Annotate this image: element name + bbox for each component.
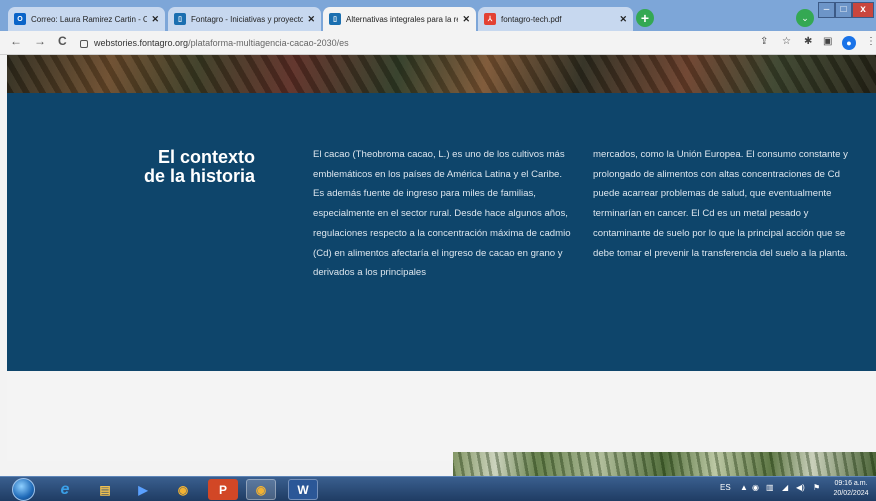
start-button[interactable] — [12, 478, 35, 501]
explorer-icon[interactable]: ▤ — [90, 479, 120, 500]
language-indicator[interactable]: ES — [720, 483, 731, 492]
new-tab-button[interactable]: + — [636, 9, 654, 27]
tray-app-icon[interactable]: ◉ — [752, 483, 759, 492]
url-host: webstories.fontagro.org — [94, 38, 189, 48]
tab-title: Correo: Laura Ramirez Cartin - O — [31, 14, 148, 24]
lock-icon[interactable] — [80, 39, 88, 48]
side-panel-icon[interactable]: ▣ — [823, 36, 832, 47]
clock-time: 09:16 a.m. — [834, 480, 868, 487]
forward-icon[interactable]: → — [34, 34, 46, 48]
body-text-column-2: mercados, como la Unión Europea. El cons… — [593, 149, 848, 259]
hero-image — [7, 55, 876, 93]
tab-outlook[interactable]: O Correo: Laura Ramirez Cartin - O ✕ — [8, 7, 165, 31]
network-icon[interactable]: ▥ — [766, 483, 774, 492]
tab-strip: O Correo: Laura Ramirez Cartin - O ✕ ▯ F… — [0, 0, 876, 31]
tab-search-icon[interactable]: ⌄ — [796, 9, 814, 27]
pdf-icon: ⅄ — [484, 13, 496, 25]
url-path: /plataforma-multiagencia-cacao-2030/es — [188, 38, 349, 48]
chrome-icon[interactable]: ◉ — [168, 479, 198, 500]
tray-arrow-icon[interactable]: ▲ — [740, 483, 748, 492]
volume-icon[interactable]: ◀) — [796, 483, 805, 492]
share-icon[interactable]: ⇪ — [760, 36, 768, 47]
maximize-button[interactable]: □ — [835, 2, 852, 18]
tab-title: Alternativas integrales para la re — [346, 14, 459, 24]
heading-line-2: de la historia — [143, 166, 255, 186]
webstories-icon: ▯ — [174, 13, 186, 25]
ie-icon[interactable]: e — [50, 479, 80, 500]
tab-close-icon[interactable]: ✕ — [307, 14, 315, 25]
chrome-active-icon[interactable]: ◉ — [246, 479, 276, 500]
bookmark-star-icon[interactable]: ☆ — [782, 36, 791, 47]
extensions-icon[interactable]: ✱ — [804, 36, 812, 47]
tab-alternativas-active[interactable]: ▯ Alternativas integrales para la re ✕ — [323, 7, 476, 31]
profile-avatar[interactable]: ● — [842, 36, 856, 50]
outlook-icon: O — [14, 13, 26, 25]
section-heading: El contexto de la historia — [120, 148, 255, 186]
clock-date: 20/02/2024 — [833, 490, 869, 497]
reload-icon[interactable]: C — [58, 34, 67, 48]
forest-photo — [453, 452, 876, 476]
close-window-button[interactable]: x — [852, 2, 874, 18]
back-icon[interactable]: ← — [10, 34, 22, 48]
signal-icon[interactable]: ◢ — [782, 483, 788, 492]
window-controls: – □ x — [818, 2, 874, 18]
menu-icon[interactable]: ⋮ — [866, 36, 876, 47]
tab-close-icon[interactable]: ✕ — [462, 14, 470, 25]
url-field[interactable]: webstories.fontagro.org/plataforma-multi… — [80, 34, 730, 52]
tab-fontagro-pdf[interactable]: ⅄ fontagro-tech.pdf ✕ — [478, 7, 633, 31]
media-icon[interactable]: ▶ — [128, 479, 158, 500]
word-icon[interactable]: W — [288, 479, 318, 500]
tab-title: fontagro-tech.pdf — [501, 14, 562, 24]
tab-close-icon[interactable]: ✕ — [619, 14, 627, 25]
flag-icon[interactable]: ⚑ — [813, 483, 820, 492]
tab-fontagro-iniciativas[interactable]: ▯ Fontagro - Iniciativas y proyectos ✕ — [168, 7, 321, 31]
tab-close-icon[interactable]: ✕ — [151, 14, 159, 25]
body-text-column-1: El cacao (Theobroma cacao, L.) es uno de… — [313, 149, 571, 279]
minimize-button[interactable]: – — [818, 2, 835, 18]
address-bar-row: ← → C webstories.fontagro.org/plataforma… — [0, 31, 876, 55]
heading-line-1: El contexto — [157, 147, 255, 167]
clock[interactable]: 09:16 a.m. 20/02/2024 — [828, 479, 874, 499]
tab-title: Fontagro - Iniciativas y proyectos — [191, 14, 304, 24]
powerpoint-icon[interactable]: P — [208, 479, 238, 500]
lower-section — [7, 371, 876, 461]
taskbar: e ▤ ▶ ◉ P ◉ W ES ▲ ◉ ▥ ◢ ◀) ⚑ 09:16 a.m.… — [0, 476, 876, 501]
webstories-icon: ▯ — [329, 13, 341, 25]
